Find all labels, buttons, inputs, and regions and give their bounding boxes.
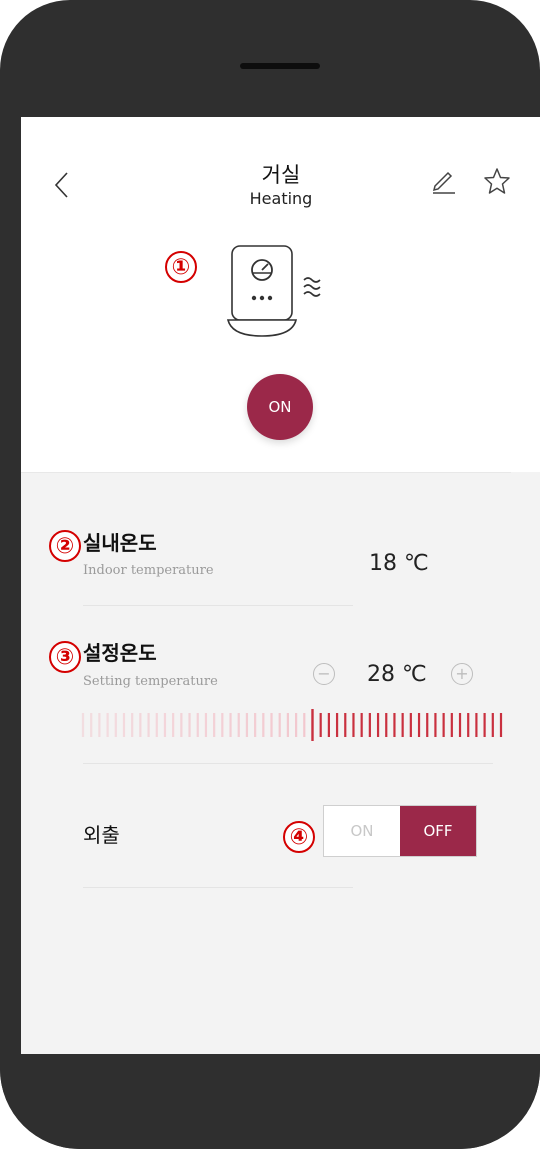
setting-temperature-value: 28 ℃ xyxy=(367,662,427,687)
divider xyxy=(21,472,511,473)
star-icon xyxy=(484,168,510,194)
boiler-device-icon xyxy=(226,245,321,337)
favorite-button[interactable] xyxy=(481,165,513,197)
speaker-grille xyxy=(240,63,320,69)
indoor-temperature-value: 18 ℃ xyxy=(369,551,429,576)
decrease-temperature-button[interactable]: − xyxy=(313,663,335,685)
row-divider xyxy=(83,887,353,888)
setting-temperature-label: 설정온도 xyxy=(83,641,157,665)
setting-temperature-sublabel: Setting temperature xyxy=(83,674,218,689)
temperature-slider[interactable] xyxy=(77,709,507,741)
row-divider xyxy=(83,605,353,606)
bottom-bezel xyxy=(0,1054,540,1149)
device-panel: 거실 Heating ① ON xyxy=(21,117,540,472)
away-off-option[interactable]: OFF xyxy=(400,806,476,856)
chevron-left-icon xyxy=(54,172,68,198)
phone-frame: 거실 Heating ① ON ② 실내온도 Indoor temperatur… xyxy=(0,0,540,1149)
indoor-temperature-sublabel: Indoor temperature xyxy=(83,563,214,578)
back-button[interactable] xyxy=(47,167,77,203)
increase-temperature-button[interactable]: + xyxy=(451,663,473,685)
away-mode-label: 외출 xyxy=(83,823,120,847)
annotation-marker-4: ④ xyxy=(283,821,315,853)
indoor-temperature-label: 실내온도 xyxy=(83,531,157,555)
pencil-icon xyxy=(432,171,455,194)
power-button[interactable]: ON xyxy=(247,374,313,440)
page-subtitle: Heating xyxy=(249,189,313,208)
annotation-marker-3: ③ xyxy=(49,641,81,673)
app-screen: 거실 Heating ① ON ② 실내온도 Indoor temperatur… xyxy=(21,117,540,1054)
away-on-option[interactable]: ON xyxy=(324,806,400,856)
row-divider xyxy=(83,763,493,764)
away-mode-toggle[interactable]: ON OFF xyxy=(323,805,477,857)
annotation-marker-2: ② xyxy=(49,530,81,562)
page-title: 거실 xyxy=(261,163,301,187)
annotation-marker-1: ① xyxy=(165,251,197,283)
edit-button[interactable] xyxy=(429,165,459,195)
